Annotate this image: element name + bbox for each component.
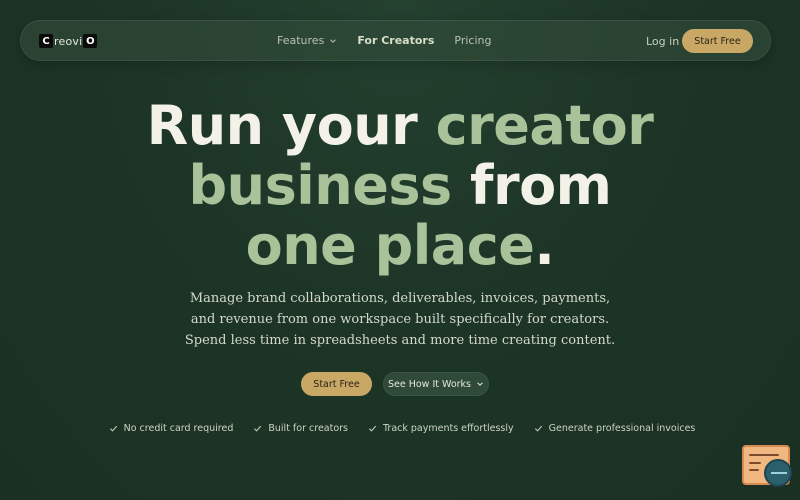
feature-list: No credit card required Built for creato… [0,423,800,434]
logo-letter-c: C [39,34,53,48]
see-how-it-works-button[interactable]: See How It Works [383,372,489,396]
brand-logo[interactable]: C reovi O [39,33,98,49]
hero-headline: Run your creator business from one place… [0,96,800,276]
widget-bar [749,454,779,456]
support-widget-icon[interactable] [742,445,792,487]
nav-link-features[interactable]: Features [277,34,337,47]
chevron-down-icon [330,38,337,43]
nav-link-for-creators[interactable]: For Creators [357,34,434,47]
login-link[interactable]: Log in [646,35,679,48]
feature-item: Built for creators [253,423,348,434]
top-navbar: C reovi O Features For Creators Pricing … [20,20,771,61]
nav-links: Features For Creators Pricing [277,34,491,47]
widget-avatar-icon [764,459,792,487]
feature-item-label: Generate professional invoices [548,423,696,434]
hero-subtitle: Manage brand collaborations, deliverable… [184,291,616,348]
feature-item: Track payments effortlessly [368,423,514,434]
check-icon [534,425,542,432]
check-icon [254,425,262,432]
nav-link-pricing-label: Pricing [454,34,492,47]
nav-link-for-creators-label: For Creators [357,34,435,47]
start-free-button[interactable]: Start Free [301,372,372,396]
see-how-it-works-label: See How It Works [387,378,472,390]
hero-headline-line-3: one place. [0,216,800,276]
nav-link-pricing[interactable]: Pricing [454,34,491,47]
headline-period: . [534,214,555,277]
start-free-nav-button[interactable]: Start Free [682,29,753,53]
widget-bar [749,469,759,471]
feature-item: No credit card required [109,423,234,434]
feature-item-label: Track payments effortlessly [383,423,514,434]
headline-one-place: one place [245,214,535,277]
check-icon [109,425,117,432]
chevron-down-icon [477,382,483,386]
headline-from: from [469,154,612,217]
logo-text: reovi [54,34,83,48]
feature-item: Generate professional invoices [534,423,696,434]
headline-creator: creator [435,94,654,157]
widget-bar [749,462,761,464]
hero-headline-line-2: business from [0,156,800,216]
nav-link-features-label: Features [277,34,325,47]
feature-item-label: Built for creators [268,423,348,434]
headline-run-your: Run your [146,94,418,157]
feature-item-label: No credit card required [123,423,234,434]
check-icon [368,425,377,432]
hero-headline-line-1: Run your creator [0,96,800,156]
logo-letter-o: O [83,34,98,48]
headline-business: business [188,154,453,217]
